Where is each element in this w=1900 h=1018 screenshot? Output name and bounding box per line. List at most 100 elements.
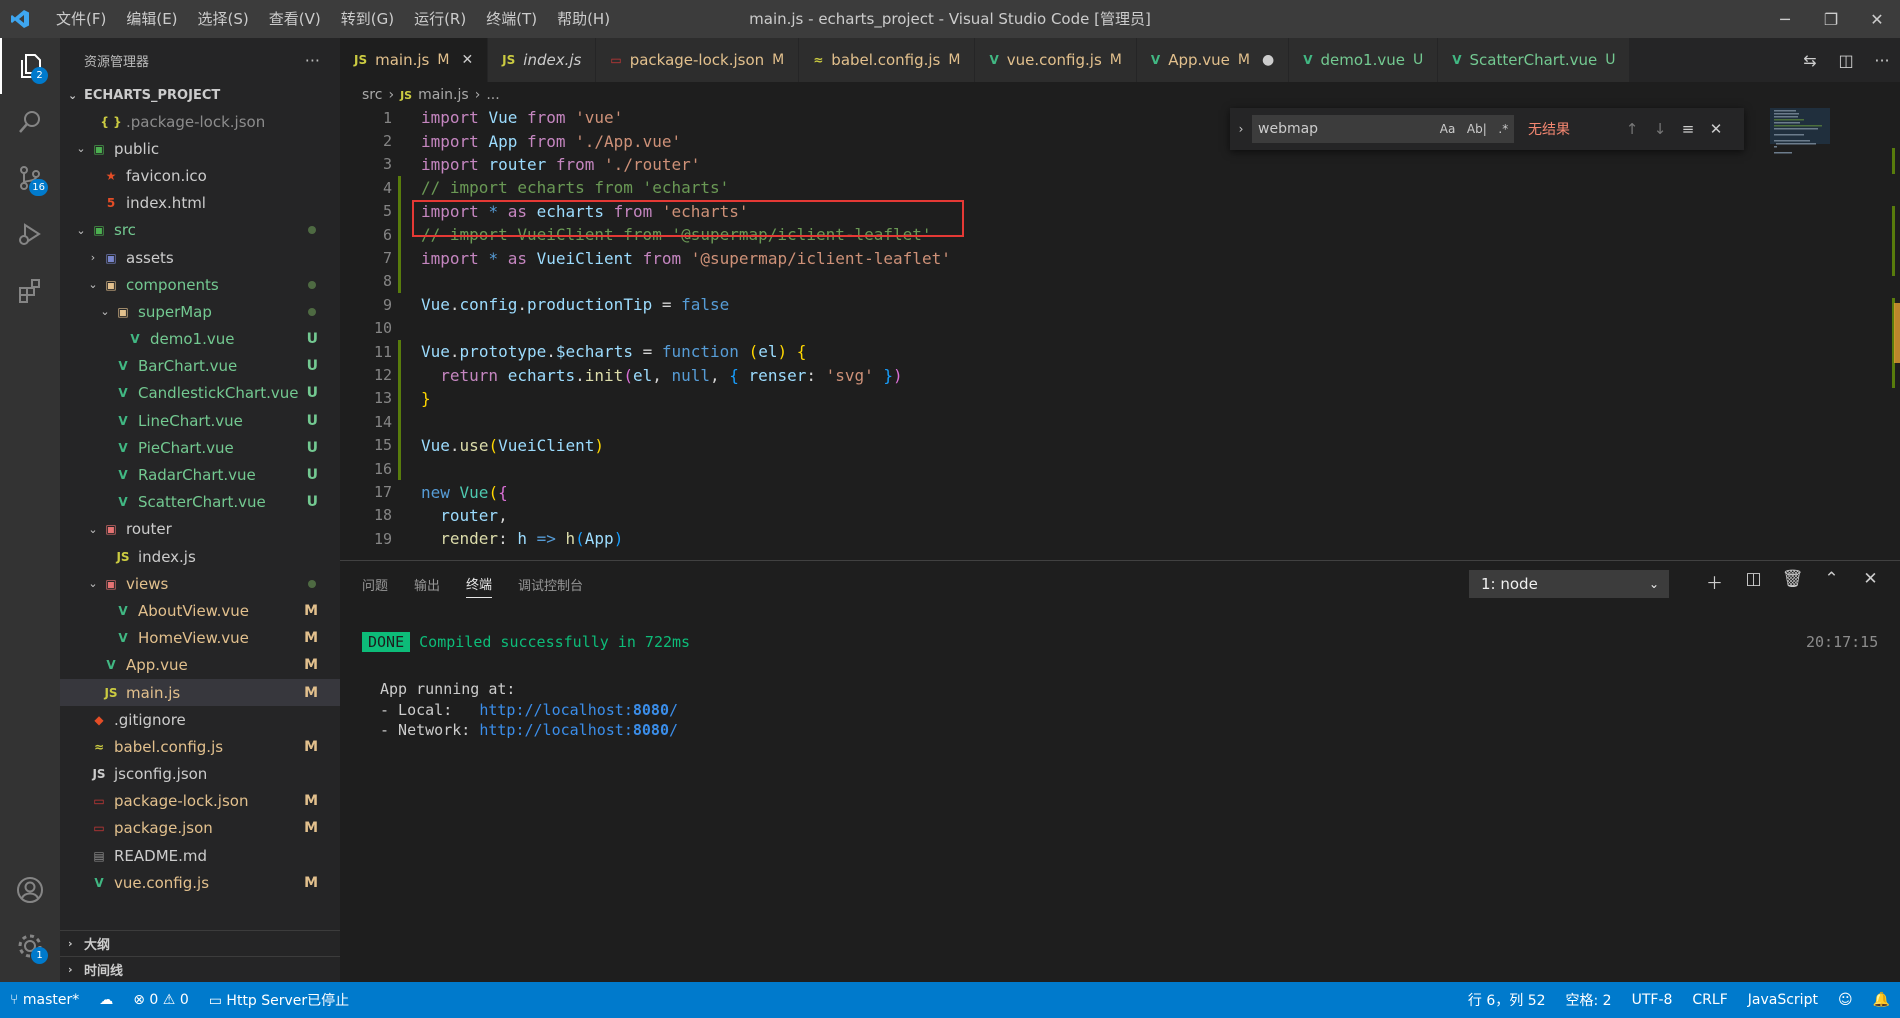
menu-item[interactable]: 转到(G) — [331, 0, 404, 38]
panel-tab[interactable]: 输出 — [414, 571, 440, 598]
minimize-button[interactable]: ─ — [1762, 0, 1808, 38]
tree-item[interactable]: V CandlestickChart.vue U — [60, 380, 340, 407]
sync-icon[interactable]: ☁ — [89, 992, 123, 1008]
match-case-icon[interactable]: Aa — [1440, 122, 1456, 136]
split-terminal-icon[interactable]: ◫ — [1734, 569, 1773, 594]
search-icon[interactable] — [0, 94, 60, 150]
tree-item[interactable]: V BarChart.vue U — [60, 353, 340, 380]
branch-item[interactable]: ⑂ master* — [0, 992, 89, 1008]
editor-tab[interactable]: JS index.js — [488, 38, 597, 82]
language-mode[interactable]: JavaScript — [1738, 992, 1828, 1008]
unsaved-dot-icon[interactable]: ● — [1262, 52, 1274, 68]
extensions-icon[interactable] — [0, 262, 60, 318]
match-word-icon[interactable]: Ab| — [1467, 122, 1487, 136]
menu-item[interactable]: 选择(S) — [188, 0, 259, 38]
maximize-panel-icon[interactable]: ⌃ — [1812, 569, 1851, 594]
run-debug-icon[interactable] — [0, 206, 60, 262]
editor-tab[interactable]: V App.vue M ● — [1136, 38, 1290, 82]
tree-item[interactable]: V LineChart.vue U — [60, 407, 340, 434]
editor-tab[interactable]: ▭ package-lock.json M — [596, 38, 800, 82]
tree-item[interactable]: ⌄ ▣ components — [60, 271, 340, 298]
tree-item[interactable]: ▭ package-lock.json M — [60, 788, 340, 815]
breadcrumb-symbol[interactable]: ... — [486, 87, 499, 103]
tree-item[interactable]: V AboutView.vue M — [60, 597, 340, 624]
http-server-item[interactable]: ▭ Http Server已停止 — [199, 990, 359, 1010]
indentation[interactable]: 空格: 2 — [1556, 990, 1622, 1010]
panel-tab[interactable]: 问题 — [362, 571, 388, 598]
project-section-header[interactable]: ⌄ ECHARTS_PROJECT — [60, 82, 340, 108]
tree-item[interactable]: JS index.js — [60, 543, 340, 570]
feedback-icon[interactable]: ☺ — [1828, 992, 1863, 1008]
menu-item[interactable]: 运行(R) — [404, 0, 476, 38]
code-editor[interactable]: 1 import Vue from 'vue' 2 import App from '… — [340, 108, 1900, 560]
tree-item[interactable]: 5 index.html — [60, 190, 340, 217]
menu-item[interactable]: 编辑(E) — [116, 0, 187, 38]
tree-item[interactable]: V App.vue M — [60, 652, 340, 679]
editor-tab[interactable]: ≈ babel.config.js M — [799, 38, 976, 82]
tree-item[interactable]: V RadarChart.vue U — [60, 461, 340, 488]
tree-item[interactable]: ≈ babel.config.js M — [60, 733, 340, 760]
menu-item[interactable]: 文件(F) — [46, 0, 116, 38]
tree-item[interactable]: V HomeView.vue M — [60, 625, 340, 652]
tree-item[interactable]: ▤ README.md — [60, 842, 340, 869]
tree-item[interactable]: › ▣ assets — [60, 244, 340, 271]
tree-item[interactable]: { } .package-lock.json — [60, 108, 340, 135]
outline-section-header[interactable]: › 大纲 — [60, 930, 340, 956]
explorer-icon[interactable]: 2 — [0, 38, 60, 94]
close-panel-icon[interactable]: ✕ — [1851, 569, 1890, 594]
split-editor-icon[interactable]: ◫ — [1828, 51, 1864, 70]
local-url[interactable]: http://localhost: — [479, 701, 633, 719]
tree-item[interactable]: JS main.js M — [60, 678, 340, 707]
panel-tab[interactable]: 调试控制台 — [518, 571, 583, 598]
more-actions-icon[interactable]: ··· — [305, 51, 320, 70]
network-port[interactable]: 8080 — [633, 721, 669, 739]
trash-icon[interactable]: 🗑 — [1773, 569, 1812, 594]
tree-item[interactable]: ◆ .gitignore — [60, 706, 340, 733]
next-match-icon[interactable]: ↓ — [1646, 120, 1674, 138]
tree-item[interactable]: ★ favicon.ico — [60, 162, 340, 189]
timeline-section-header[interactable]: › 时间线 — [60, 956, 340, 982]
tree-item[interactable]: ▭ package.json M — [60, 815, 340, 842]
menu-item[interactable]: 帮助(H) — [547, 0, 620, 38]
more-actions-icon[interactable]: ··· — [1864, 51, 1900, 70]
editor-tab[interactable]: Vdemo1.vue U — [1289, 38, 1439, 82]
problems-item[interactable]: ⊗ 0 ⚠ 0 — [123, 992, 199, 1008]
tree-item[interactable]: V ScatterChart.vue U — [60, 489, 340, 516]
notifications-bell-icon[interactable]: 🔔 — [1863, 992, 1900, 1008]
menu-item[interactable]: 查看(V) — [259, 0, 331, 38]
previous-match-icon[interactable]: ↑ — [1618, 120, 1646, 138]
close-find-icon[interactable]: ✕ — [1702, 120, 1730, 138]
regex-icon[interactable]: .* — [1498, 122, 1508, 136]
network-url[interactable]: http://localhost: — [479, 721, 633, 739]
terminal-select[interactable]: 1: node ⌄ — [1469, 570, 1669, 598]
close-tab-icon[interactable]: ✕ — [461, 52, 473, 68]
editor-scrollbar[interactable] — [1888, 108, 1900, 560]
tree-item[interactable]: Vvue.config.js M — [60, 869, 340, 896]
panel-tab[interactable]: 终端 — [466, 570, 493, 598]
editor-tab[interactable]: V ScatterChart.vue U — [1438, 38, 1631, 82]
tree-item[interactable]: ⌄ ▣ public — [60, 135, 340, 162]
encoding[interactable]: UTF-8 — [1622, 992, 1683, 1008]
editor-tab[interactable]: JS main.js M ✕ — [340, 38, 489, 82]
maximize-button[interactable]: ❐ — [1808, 0, 1854, 38]
accounts-icon[interactable] — [0, 862, 60, 918]
tree-item[interactable]: Vdemo1.vue U — [60, 326, 340, 353]
source-control-icon[interactable]: 16 — [0, 150, 60, 206]
minimap[interactable] — [1770, 108, 1888, 560]
tree-item[interactable]: JS jsconfig.json — [60, 761, 340, 788]
tree-item[interactable]: ⌄ ▣ views — [60, 570, 340, 597]
find-in-selection-icon[interactable]: ≡ — [1674, 120, 1702, 138]
toggle-replace-icon[interactable]: › — [1230, 122, 1252, 136]
breadcrumb-src[interactable]: src — [362, 87, 382, 103]
compare-icon[interactable]: ⇆ — [1792, 51, 1828, 70]
local-port[interactable]: 8080 — [633, 701, 669, 719]
tree-item[interactable]: ⌄ ▣ src — [60, 217, 340, 244]
tree-item[interactable]: V PieChart.vue U — [60, 434, 340, 461]
manage-gear-icon[interactable]: 1 — [0, 918, 60, 974]
close-window-button[interactable]: ✕ — [1854, 0, 1900, 38]
tree-item[interactable]: ⌄ ▣ superMap — [60, 298, 340, 325]
breadcrumb-file[interactable]: main.js — [418, 87, 469, 103]
tree-item[interactable]: ⌄ ▣ router — [60, 516, 340, 543]
editor-tab[interactable]: Vvue.config.js M — [975, 38, 1137, 82]
menu-item[interactable]: 终端(T) — [476, 0, 547, 38]
